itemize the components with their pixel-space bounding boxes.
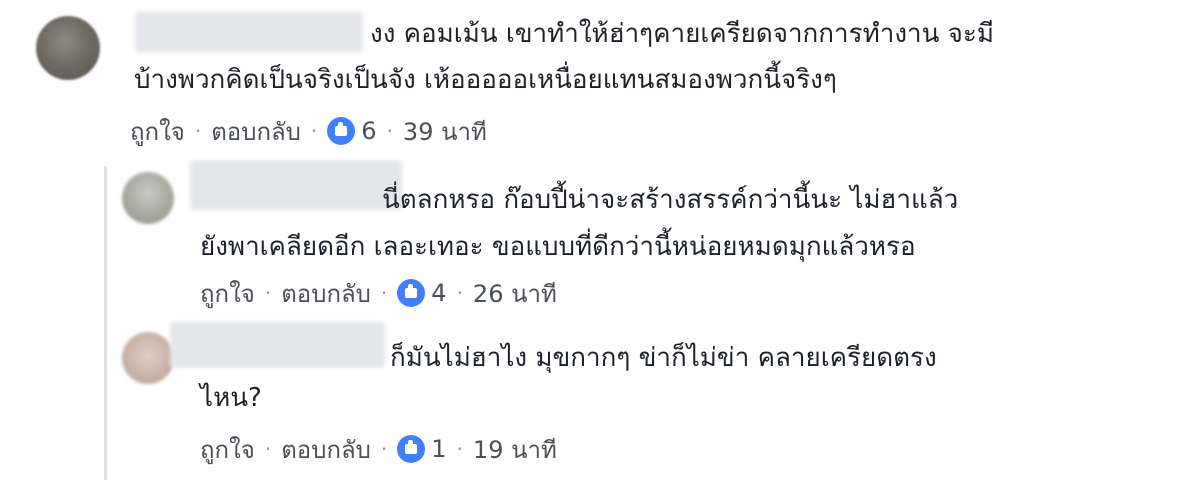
like-thumb-icon[interactable] — [397, 279, 426, 307]
like-link[interactable]: ถูกใจ — [130, 112, 185, 151]
like-link[interactable]: ถูกใจ — [200, 430, 255, 469]
blurred-author-name[interactable] — [170, 322, 385, 368]
separator: · — [264, 281, 272, 305]
timestamp[interactable]: 26 นาที — [473, 274, 557, 313]
comment-actions: ถูกใจ · ตอบกลับ · 1 · 19 นาที — [200, 428, 557, 470]
comment-text-line: งง คอมเม้น เขาทำให้ฮ่าๆคายเครียดจากการทำ… — [370, 19, 995, 49]
like-count[interactable]: 1 — [431, 435, 446, 463]
comment-text-line: บ้างพวกคิดเป็นจริงเป็นจัง เห้อออออเหนื่อ… — [134, 65, 837, 95]
separator: · — [380, 281, 388, 305]
comment-text-line: ยังพาเคลียดอีก เลอะเทอะ ขอแบบที่ดีกว่านี… — [200, 232, 916, 262]
timestamp[interactable]: 39 นาที — [403, 112, 487, 151]
comment-actions: ถูกใจ · ตอบกลับ · 6 · 39 นาที — [130, 110, 487, 152]
blurred-author-name[interactable] — [190, 160, 402, 210]
reply-thread-divider — [104, 166, 107, 480]
separator: · — [456, 281, 463, 305]
like-count[interactable]: 6 — [361, 117, 376, 145]
separator: · — [456, 437, 463, 461]
separator: · — [310, 119, 318, 143]
avatar[interactable] — [122, 172, 174, 224]
comment-text-line: ก็มันไม่ฮาไง มุขกากๆ ข่าก็ไม่ข่า คลายเคร… — [390, 343, 937, 373]
like-link[interactable]: ถูกใจ — [200, 274, 255, 313]
like-count[interactable]: 4 — [431, 279, 446, 307]
separator: · — [380, 437, 388, 461]
timestamp[interactable]: 19 นาที — [473, 430, 557, 469]
separator: · — [194, 119, 202, 143]
avatar[interactable] — [36, 16, 100, 80]
separator: · — [386, 119, 393, 143]
comment-actions: ถูกใจ · ตอบกลับ · 4 · 26 นาที — [200, 272, 557, 314]
reply-link[interactable]: ตอบกลับ — [281, 430, 371, 469]
reply-link[interactable]: ตอบกลับ — [211, 112, 301, 151]
comment-text-line: ไหน? — [200, 383, 262, 413]
comment-text-line: นี่ตลกหรอ ก๊อบปี้น่าจะสร้างสรรค์กว่านี้น… — [382, 185, 959, 215]
like-thumb-icon[interactable] — [397, 435, 426, 463]
comment-thread: งง คอมเม้น เขาทำให้ฮ่าๆคายเครียดจากการทำ… — [0, 0, 1200, 482]
reply-link[interactable]: ตอบกลับ — [281, 274, 371, 313]
avatar[interactable] — [122, 332, 174, 384]
like-thumb-icon[interactable] — [327, 117, 356, 145]
separator: · — [264, 437, 272, 461]
blurred-author-name[interactable] — [135, 12, 363, 52]
